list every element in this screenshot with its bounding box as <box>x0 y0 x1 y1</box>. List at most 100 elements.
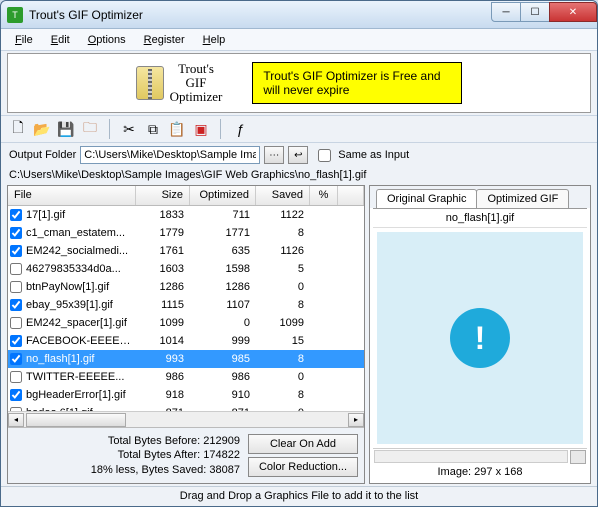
file-size: 918 <box>136 389 190 401</box>
banner: Trout's GIF Optimizer Trout's GIF Optimi… <box>7 53 591 113</box>
window-title: Trout's GIF Optimizer <box>29 8 492 22</box>
banner-logo: Trout's GIF Optimizer <box>136 62 223 105</box>
menu-file[interactable]: File <box>7 32 41 48</box>
separator <box>220 119 221 139</box>
clear-output-button[interactable]: ↩ <box>288 146 308 164</box>
new-icon[interactable]: 🗋 <box>9 120 27 138</box>
same-as-input-checkbox[interactable] <box>318 149 331 162</box>
close-button[interactable]: ✕ <box>549 2 597 22</box>
list-header: File Size Optimized Saved % <box>8 186 364 206</box>
row-checkbox[interactable] <box>10 335 22 347</box>
col-percent[interactable]: % <box>310 186 338 205</box>
logo-text-1: Trout's <box>170 62 223 76</box>
menu-edit[interactable]: Edit <box>43 32 78 48</box>
col-saved[interactable]: Saved <box>256 186 310 205</box>
save-icon[interactable]: 💾 <box>57 120 75 138</box>
menubar: File Edit Options Register Help <box>1 29 597 51</box>
clear-on-add-button[interactable]: Clear On Add <box>248 434 358 454</box>
run-icon[interactable]: ƒ <box>231 120 249 138</box>
file-saved: 8 <box>256 299 310 311</box>
alert-icon: ! <box>450 308 510 368</box>
menu-register[interactable]: Register <box>136 32 193 48</box>
row-checkbox[interactable] <box>10 371 22 383</box>
file-size: 1779 <box>136 227 190 239</box>
file-optimized: 0 <box>190 317 256 329</box>
file-optimized: 985 <box>190 353 256 365</box>
table-row[interactable]: bgHeaderError[1].gif9189108 <box>8 386 364 404</box>
browse-button[interactable]: ⋯ <box>264 146 284 164</box>
logo-text-3: Optimizer <box>170 90 223 104</box>
image-dimensions: Image: 297 x 168 <box>373 464 587 480</box>
file-size: 1115 <box>136 299 190 311</box>
banner-message: Trout's GIF Optimizer is Free and will n… <box>252 62 462 104</box>
output-label: Output Folder <box>9 149 76 161</box>
minimize-button[interactable]: ─ <box>491 2 521 22</box>
open-icon[interactable]: 📂 <box>33 120 51 138</box>
row-checkbox[interactable] <box>10 245 22 257</box>
cut-icon[interactable]: ✂ <box>120 120 138 138</box>
preview-tabs: Original Graphic Optimized GIF <box>370 186 590 208</box>
logo-text-2: GIF <box>170 76 223 90</box>
row-checkbox[interactable] <box>10 299 22 311</box>
menu-help[interactable]: Help <box>195 32 234 48</box>
table-row[interactable]: 46279835334d0a...160315985 <box>8 260 364 278</box>
file-name: c1_cman_estatem... <box>24 227 136 239</box>
tab-original[interactable]: Original Graphic <box>376 189 477 208</box>
table-row[interactable]: TWITTER-EEEEE...9869860 <box>8 368 364 386</box>
same-as-input-label: Same as Input <box>338 149 409 161</box>
table-row[interactable]: 17[1].gif18337111122 <box>8 206 364 224</box>
paste-icon[interactable]: 📋 <box>168 120 186 138</box>
table-row[interactable]: no_flash[1].gif9939858 <box>8 350 364 368</box>
file-saved: 8 <box>256 227 310 239</box>
row-checkbox[interactable] <box>10 209 22 221</box>
output-path-input[interactable] <box>80 146 260 164</box>
stat-before: Total Bytes Before: 212909 <box>14 434 240 448</box>
scroll-right-icon[interactable]: ▸ <box>348 413 364 427</box>
menu-options[interactable]: Options <box>80 32 134 48</box>
table-row[interactable]: ebay_95x39[1].gif111511078 <box>8 296 364 314</box>
row-checkbox[interactable] <box>10 263 22 275</box>
tab-optimized[interactable]: Optimized GIF <box>476 189 569 208</box>
table-row[interactable]: badoo.6[1].gif8718710 <box>8 404 364 411</box>
file-size: 986 <box>136 371 190 383</box>
file-saved: 1126 <box>256 245 310 257</box>
color-reduction-button[interactable]: Color Reduction... <box>248 457 358 477</box>
file-saved: 8 <box>256 353 310 365</box>
file-size: 1603 <box>136 263 190 275</box>
table-row[interactable]: c1_cman_estatem...177917718 <box>8 224 364 242</box>
stats-panel: Total Bytes Before: 212909 Total Bytes A… <box>8 427 364 483</box>
maximize-button[interactable]: ☐ <box>520 2 550 22</box>
table-row[interactable]: FACEBOOK-EEEEE...101499915 <box>8 332 364 350</box>
scroll-left-icon[interactable]: ◂ <box>8 413 24 427</box>
scroll-thumb[interactable] <box>26 413 126 427</box>
row-checkbox[interactable] <box>10 281 22 293</box>
table-row[interactable]: EM242_spacer[1].gif109901099 <box>8 314 364 332</box>
table-row[interactable]: EM242_socialmedi...17616351126 <box>8 242 364 260</box>
file-saved: 0 <box>256 371 310 383</box>
horizontal-scrollbar[interactable]: ◂ ▸ <box>8 411 364 427</box>
file-size: 1099 <box>136 317 190 329</box>
col-file[interactable]: File <box>8 186 136 205</box>
row-checkbox[interactable] <box>10 317 22 329</box>
list-body[interactable]: 17[1].gif18337111122c1_cman_estatem...17… <box>8 206 364 411</box>
copy-icon[interactable]: ⧉ <box>144 120 162 138</box>
row-checkbox[interactable] <box>10 227 22 239</box>
row-checkbox[interactable] <box>10 353 22 365</box>
toolbar: 🗋 📂 💾 🗀 ✂ ⧉ 📋 ▣ ƒ <box>1 115 597 143</box>
file-optimized: 1771 <box>190 227 256 239</box>
col-optimized[interactable]: Optimized <box>190 186 256 205</box>
file-name: btnPayNow[1].gif <box>24 281 136 293</box>
col-size[interactable]: Size <box>136 186 190 205</box>
stop-icon[interactable]: ▣ <box>192 120 210 138</box>
file-size: 993 <box>136 353 190 365</box>
file-optimized: 1286 <box>190 281 256 293</box>
preview-scrollbar[interactable] <box>373 448 587 464</box>
file-name: no_flash[1].gif <box>24 353 136 365</box>
file-size: 1286 <box>136 281 190 293</box>
file-optimized: 1598 <box>190 263 256 275</box>
folder-out-icon[interactable]: 🗀 <box>81 120 99 138</box>
table-row[interactable]: btnPayNow[1].gif128612860 <box>8 278 364 296</box>
file-saved: 8 <box>256 389 310 401</box>
row-checkbox[interactable] <box>10 389 22 401</box>
titlebar: T Trout's GIF Optimizer ─ ☐ ✕ <box>1 1 597 29</box>
